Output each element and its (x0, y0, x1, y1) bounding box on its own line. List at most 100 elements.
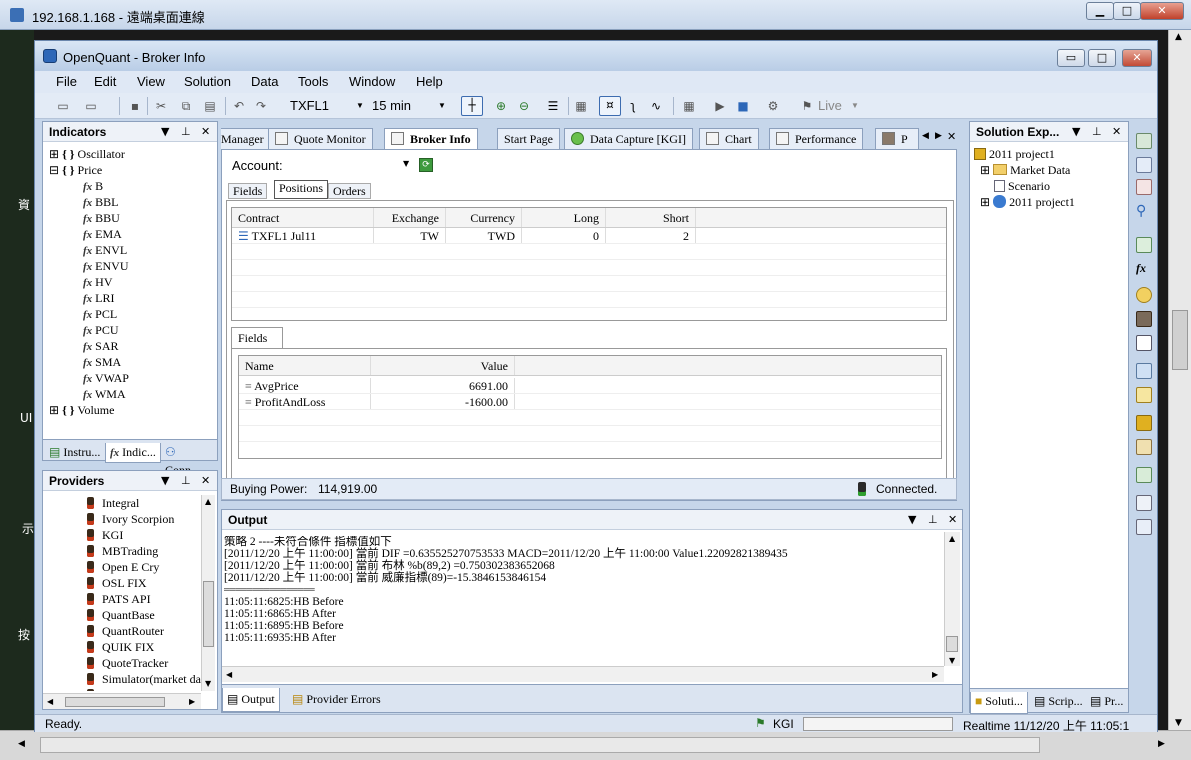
pin-icon[interactable]: ⊥ (928, 513, 938, 526)
gauge-icon[interactable] (1136, 287, 1152, 303)
app-maximize-button[interactable]: □ (1088, 49, 1116, 67)
instrument-select[interactable]: TXFL1 ▼ (290, 96, 366, 116)
scroll-left-icon[interactable]: ◀ (47, 697, 53, 706)
tab-manager[interactable]: Manager (221, 128, 271, 149)
report-icon[interactable] (1136, 179, 1152, 195)
package-icon[interactable] (1136, 311, 1152, 327)
cube-icon[interactable] (1136, 415, 1152, 431)
menu-tools[interactable]: Tools (298, 74, 328, 89)
people-icon[interactable] (1136, 363, 1152, 379)
indicator-item[interactable]: fx LRI (49, 290, 215, 306)
properties-icon[interactable] (1136, 519, 1152, 535)
indicator-item[interactable]: fx VWAP (49, 370, 215, 386)
output-vertical-scrollbar[interactable]: ▲ ▼ (944, 532, 960, 666)
calculator-icon[interactable]: ▦ (681, 98, 697, 114)
column-header-currency[interactable]: Currency (446, 208, 522, 227)
rdp-horizontal-scrollbar[interactable]: ◀ ▶ (0, 730, 1191, 760)
tab-solution[interactable]: ■ Soluti... (970, 692, 1028, 714)
close-icon[interactable]: ✕ (201, 474, 210, 487)
column-header-contract[interactable]: Contract (232, 208, 374, 227)
close-icon[interactable]: ✕ (201, 125, 210, 138)
settings-icon[interactable]: ⚙ (765, 98, 781, 114)
menu-data[interactable]: Data (251, 74, 278, 89)
indicator-item[interactable]: fx PCL (49, 306, 215, 322)
copy-icon[interactable]: ⧉ (178, 98, 194, 114)
provider-item[interactable]: PATS API (87, 591, 203, 607)
table-row[interactable]: ≡ AvgPrice 6691.00 (239, 378, 941, 394)
provider-vertical-scrollbar[interactable]: ▲ ▼ (201, 495, 215, 691)
expand-icon[interactable]: ⊞ (49, 403, 59, 417)
tab-scroll-left-icon[interactable]: ◀ (922, 131, 929, 141)
menu-file[interactable]: File (56, 74, 77, 89)
notes-icon[interactable] (1136, 495, 1152, 511)
fields-tab[interactable]: Fields (231, 327, 283, 349)
collapse-icon[interactable]: ⊟ (49, 163, 59, 177)
fx-icon[interactable]: fx (1136, 261, 1152, 277)
tab-indicators[interactable]: fx Indic... (105, 443, 161, 463)
expand-icon[interactable]: ⊞ (980, 195, 990, 209)
zoom-in-icon[interactable]: ⊕ (493, 98, 509, 114)
monitor-icon[interactable] (1136, 467, 1152, 483)
tab-broker-info[interactable]: Broker Info (384, 128, 478, 150)
provider-item[interactable]: QUIK FIX (87, 639, 203, 655)
ohlc-icon[interactable]: ʅ (625, 98, 641, 114)
tab-scroll-right-icon[interactable]: ▶ (935, 131, 942, 141)
chart-icon[interactable] (1136, 133, 1152, 149)
grid-icon[interactable]: ▦ (573, 98, 589, 114)
column-header-long[interactable]: Long (522, 208, 606, 227)
page-icon[interactable] (1136, 335, 1152, 351)
pin-icon[interactable]: ⊥ (1092, 125, 1102, 138)
tab-properties[interactable]: ▤ Pr... (1086, 692, 1127, 712)
tab-chart[interactable]: Chart (699, 128, 759, 149)
table-row[interactable]: ☰ TXFL1 Jul11 TW TWD 0 2 (232, 228, 946, 244)
column-header-exchange[interactable]: Exchange (374, 208, 446, 227)
scroll-up-icon[interactable]: ▲ (205, 497, 211, 506)
scroll-down-icon[interactable]: ▼ (949, 656, 955, 665)
new-dropdown-icon[interactable]: ▭ (83, 98, 99, 114)
rdp-maximize-button[interactable]: □ (1113, 2, 1141, 20)
dropdown-icon[interactable]: ▼ (908, 513, 916, 526)
provider-item[interactable]: SmartCOM (87, 687, 203, 691)
expand-icon[interactable]: ⊞ (49, 147, 59, 161)
scroll-thumb[interactable] (40, 737, 1040, 753)
scroll-down-icon[interactable]: ▼ (205, 679, 211, 688)
provider-item[interactable]: QuantBase (87, 607, 203, 623)
scroll-right-icon[interactable]: ▶ (932, 670, 938, 679)
tab-output[interactable]: ▤ Output (222, 688, 280, 712)
mode-select[interactable]: Live ▼ (818, 96, 859, 116)
tree-item-scenario[interactable]: Scenario (974, 178, 1124, 194)
tab-provider-errors[interactable]: ▤ Provider Errors (288, 688, 385, 708)
provider-horizontal-scrollbar[interactable]: ◀ ▶ (43, 693, 201, 709)
pin-icon[interactable]: ⊥ (181, 125, 191, 138)
tab-quote-monitor[interactable]: Quote Monitor (268, 128, 373, 149)
column-header-name[interactable]: Name (239, 356, 371, 375)
tab-performance[interactable]: Performance (769, 128, 864, 149)
rdp-close-button[interactable]: ✕ (1140, 2, 1184, 20)
column-header-short[interactable]: Short (606, 208, 696, 227)
import-icon[interactable] (1136, 439, 1152, 455)
document-icon[interactable] (1136, 157, 1152, 173)
scroll-thumb[interactable] (946, 636, 958, 652)
scroll-up-icon[interactable]: ▲ (1175, 32, 1182, 42)
dropdown-icon[interactable]: ▼ (1072, 125, 1080, 138)
line-chart-icon[interactable]: ∿ (648, 98, 664, 114)
provider-item[interactable]: OSL FIX (87, 575, 203, 591)
scroll-thumb[interactable] (203, 581, 214, 647)
provider-item[interactable]: MBTrading (87, 543, 203, 559)
menu-help[interactable]: Help (416, 74, 443, 89)
scroll-up-icon[interactable]: ▲ (949, 534, 955, 543)
scroll-left-icon[interactable]: ◀ (18, 739, 25, 749)
tree-group-oscillator[interactable]: ⊞ { } Oscillator (49, 146, 215, 162)
provider-item[interactable]: Ivory Scorpion (87, 511, 203, 527)
scroll-right-icon[interactable]: ▶ (189, 697, 195, 706)
stop-icon[interactable]: ■ (735, 98, 751, 114)
tree-item-market-data[interactable]: ⊞ Market Data (974, 162, 1124, 178)
app-close-button[interactable]: ✕ (1122, 49, 1152, 67)
list-icon[interactable] (1136, 237, 1152, 253)
save-icon[interactable]: ▪ (127, 98, 143, 114)
tree-item-project[interactable]: 2011 project1 (974, 146, 1124, 162)
tree-item-strategy[interactable]: ⊞ 2011 project1 (974, 194, 1124, 210)
tab-start-page[interactable]: Start Page (497, 128, 560, 149)
menu-view[interactable]: View (137, 74, 165, 89)
live-flag-icon[interactable]: ⚑ (799, 98, 815, 114)
